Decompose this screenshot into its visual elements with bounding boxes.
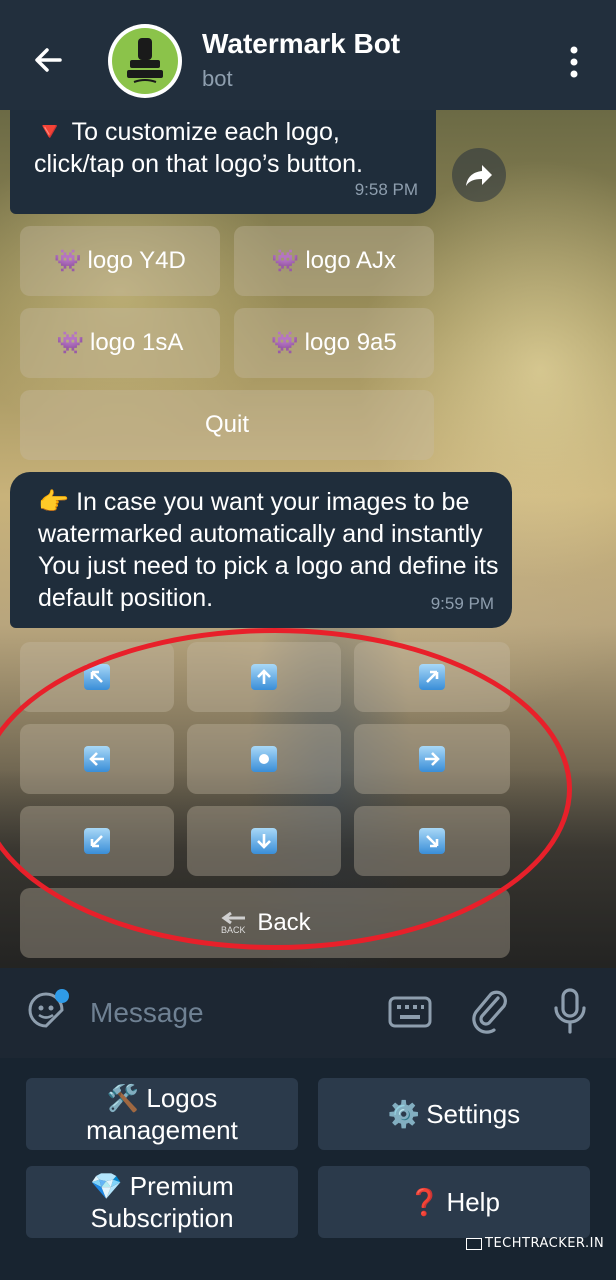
chat-header: Watermark Bot bot — [0, 0, 616, 110]
arrow-right-icon — [419, 746, 445, 772]
help-label: Help — [446, 1187, 500, 1217]
gem-icon: 💎 — [90, 1171, 123, 1201]
settings-button[interactable]: ⚙️ Settings — [318, 1078, 590, 1150]
logo-button[interactable]: 👾 logo AJx — [234, 226, 434, 296]
sticker-icon[interactable] — [24, 988, 70, 1034]
back-button-label: Back — [257, 909, 311, 936]
message-bubble[interactable]: 👉 In case you want your images to be wat… — [10, 472, 512, 628]
gear-icon: ⚙️ — [387, 1099, 421, 1129]
logo-button-label: logo Y4D — [87, 247, 186, 274]
arrow-down-icon — [251, 828, 277, 854]
logo-button[interactable]: 👾 logo 1sA — [20, 308, 220, 378]
paperclip-icon[interactable] — [468, 986, 512, 1034]
vertical-dots-icon[interactable] — [560, 42, 588, 82]
logos-management-text: 🛠️ Logos management — [86, 1082, 238, 1146]
alien-monster-icon: 👾 — [271, 248, 300, 273]
message-input[interactable] — [88, 990, 372, 1036]
position-top-left-button[interactable] — [20, 642, 174, 712]
pointing-hand-icon: 👉 — [38, 488, 70, 516]
logo-button-label: logo 1sA — [90, 329, 184, 356]
position-right-button[interactable] — [354, 724, 510, 794]
arrow-up-left-icon — [84, 664, 110, 690]
position-bottom-button[interactable] — [187, 806, 341, 876]
premium-text: 💎 Premium Subscription — [90, 1170, 234, 1234]
position-top-right-button[interactable] — [354, 642, 510, 712]
back-button[interactable]: BACK Back — [20, 888, 510, 958]
logos-management-button[interactable]: 🛠️ Logos management — [26, 1078, 298, 1150]
microphone-icon[interactable] — [550, 986, 590, 1036]
logo-button-label: logo 9a5 — [304, 329, 397, 356]
message-body: To customize each logo, click/tap on tha… — [34, 118, 363, 178]
position-left-button[interactable] — [20, 724, 174, 794]
tools-icon: 🛠️ — [106, 1083, 140, 1113]
alien-monster-icon: 👾 — [271, 330, 299, 355]
position-center-button[interactable] — [187, 724, 341, 794]
message-bubble[interactable]: 🔻 To customize each logo, click/tap on t… — [10, 110, 436, 214]
red-triangle-icon: 🔻 — [34, 118, 66, 146]
premium-label-line2: Subscription — [90, 1203, 234, 1233]
alien-monster-icon: 👾 — [54, 248, 82, 273]
arrow-up-right-icon — [419, 664, 445, 690]
keyboard-icon[interactable] — [386, 992, 434, 1032]
position-bottom-right-button[interactable] — [354, 806, 510, 876]
arrow-down-right-icon — [419, 828, 445, 854]
position-bottom-left-button[interactable] — [20, 806, 174, 876]
chat-subtitle: bot — [202, 66, 233, 91]
chat-area[interactable]: 🔻 To customize each logo, click/tap on t… — [0, 110, 616, 968]
quit-button-label: Quit — [204, 411, 249, 438]
center-dot-icon — [251, 746, 277, 772]
logo-button-label: logo AJx — [305, 247, 397, 274]
chat-title[interactable]: Watermark Bot — [202, 28, 400, 60]
logo-button[interactable]: 👾 logo Y4D — [20, 226, 220, 296]
logos-label-line2: management — [86, 1115, 238, 1145]
alien-monster-icon: 👾 — [56, 330, 84, 355]
arrow-up-icon — [251, 664, 277, 690]
logos-label-line1: Logos — [146, 1083, 218, 1113]
arrow-down-left-icon — [84, 828, 110, 854]
help-button[interactable]: ❓ Help — [318, 1166, 590, 1238]
back-arrow-icon[interactable] — [28, 40, 68, 80]
position-top-button[interactable] — [187, 642, 341, 712]
message-time: 9:59 PM — [430, 594, 494, 613]
credit-text: TECHTRACKER.IN — [485, 1236, 605, 1251]
question-mark-icon: ❓ — [408, 1187, 441, 1217]
back-arrow-emoji-icon: BACK — [219, 911, 247, 935]
credit-logo-icon — [466, 1237, 482, 1250]
message-body: In case you want your images to be water… — [38, 488, 499, 612]
logo-button[interactable]: 👾 logo 9a5 — [234, 308, 434, 378]
settings-label: Settings — [426, 1099, 521, 1129]
premium-subscription-button[interactable]: 💎 Premium Subscription — [26, 1166, 298, 1238]
site-credit-watermark: TECHTRACKER.IN — [466, 1236, 604, 1251]
share-forward-icon[interactable] — [452, 148, 506, 202]
message-time: 9:58 PM — [354, 180, 418, 199]
message-text: 🔻 To customize each logo, click/tap on t… — [34, 116, 424, 180]
arrow-left-icon — [84, 746, 110, 772]
premium-label-line1: Premium — [129, 1171, 234, 1201]
back-icon-text: BACK — [221, 925, 246, 935]
bot-avatar[interactable] — [108, 24, 182, 98]
quit-button[interactable]: Quit — [20, 390, 434, 460]
